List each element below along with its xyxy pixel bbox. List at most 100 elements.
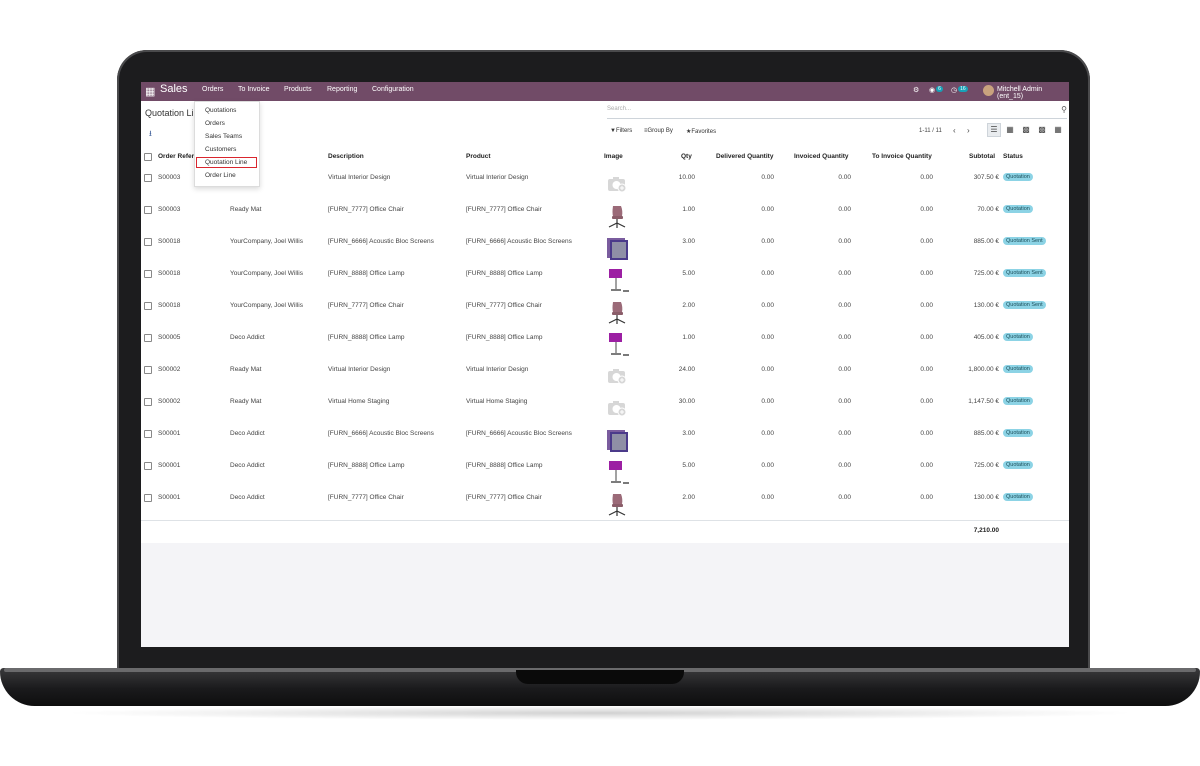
header-order-reference[interactable]: Order Refere [158,153,198,160]
cell-order-reference: S00001 [158,494,181,501]
product-image-placeholder [604,363,630,389]
header-product[interactable]: Product [466,153,491,160]
status-badge: Quotation [1003,205,1033,213]
subtotal-sum: 7,210.00 [973,527,999,534]
row-checkbox[interactable] [144,366,152,374]
table-row[interactable]: S00002 Ready Mat Virtual Home Staging Virtu… [141,392,1069,425]
search-input[interactable]: Search... ⚲ [607,105,1067,119]
select-all-checkbox[interactable] [144,153,152,161]
menu-reporting[interactable]: Reporting [327,86,357,93]
table-row[interactable]: S00001 Deco Addict [FURN_6666] Acoustic Bl… [141,424,1069,457]
cell-customer: Deco Addict [230,462,265,469]
calendar-view-icon[interactable]: ▦ [1052,124,1064,136]
menu-to-invoice[interactable]: To Invoice [238,86,270,93]
list-view-icon[interactable]: ☰ [987,123,1001,137]
product-image-screens [604,427,630,453]
chat-icon[interactable]: ◉ 6 [929,86,943,94]
row-checkbox[interactable] [144,270,152,278]
product-image-lamp [604,267,630,293]
table-row[interactable]: S00002 Ready Mat Virtual Interior Design Vi… [141,360,1069,393]
cell-delivered-quantity: 0.00 [761,494,774,501]
cell-customer: YourCompany, Joel Willis [230,302,303,309]
cell-order-reference: S00018 [158,238,181,245]
product-image-placeholder [604,171,630,197]
cell-qty: 1.00 [682,334,695,341]
cell-order-reference: S00018 [158,270,181,277]
product-image-chair [604,203,630,229]
bug-icon[interactable]: ⚙ [913,86,919,94]
pager-next-icon[interactable]: › [967,126,970,135]
menu-orders[interactable]: Orders [202,86,223,93]
pager-value[interactable]: 1-11 / 11 [919,128,942,134]
row-checkbox[interactable] [144,174,152,182]
menu-item-sales-teams[interactable]: Sales Teams [205,133,242,140]
row-checkbox[interactable] [144,462,152,470]
table-row[interactable]: S00001 Deco Addict [FURN_8888] Office Lamp… [141,456,1069,489]
cell-product: [FURN_8888] Office Lamp [466,334,543,341]
menu-configuration[interactable]: Configuration [372,86,414,93]
cell-qty: 3.00 [682,238,695,245]
header-subtotal[interactable]: Subtotal [969,153,995,160]
app-brand[interactable]: Sales [160,83,188,95]
graph-view-icon[interactable]: ▩ [1036,124,1048,136]
download-icon[interactable]: ⭳ [149,128,152,142]
product-image-chair [604,491,630,517]
search-icon[interactable]: ⚲ [1061,105,1067,114]
cell-to-invoice-quantity: 0.00 [920,174,933,181]
activity-icon[interactable]: ◷ 16 [951,86,968,94]
table-row[interactable]: S00001 Deco Addict [FURN_7777] Office Chai… [141,488,1069,521]
cell-delivered-quantity: 0.00 [761,206,774,213]
user-avatar[interactable] [983,85,994,96]
pivot-view-icon[interactable]: ▩ [1020,124,1032,136]
cell-customer: Deco Addict [230,494,265,501]
menu-item-quotation-line[interactable]: Quotation Line [205,159,247,166]
menu-item-customers[interactable]: Customers [205,146,236,153]
row-checkbox[interactable] [144,302,152,310]
cell-to-invoice-quantity: 0.00 [920,302,933,309]
table-row[interactable]: S00018 YourCompany, Joel Willis [FURN_8888… [141,264,1069,297]
cell-invoiced-quantity: 0.00 [838,462,851,469]
cell-subtotal: 725.00 € [973,270,999,277]
cell-product: [FURN_7777] Office Chair [466,494,542,501]
row-checkbox[interactable] [144,494,152,502]
table-header: Order Refere Description Product Image Q… [141,146,1069,169]
header-image[interactable]: Image [604,153,623,160]
group-by-button[interactable]: ≡Group By [644,128,673,134]
header-to-invoice-quantity[interactable]: To Invoice Quantity [872,153,932,160]
table-row[interactable]: S00005 Deco Addict [FURN_8888] Office Lamp… [141,328,1069,361]
menu-item-orders[interactable]: Orders [205,120,225,127]
header-status[interactable]: Status [1003,153,1023,160]
status-badge: Quotation [1003,365,1033,373]
cell-product: [FURN_7777] Office Chair [466,302,542,309]
grid-icon[interactable]: ▦ [145,85,155,98]
table-row[interactable]: S00003tVirtual Interior DesignVirtual In… [141,168,1069,201]
row-checkbox[interactable] [144,430,152,438]
header-description[interactable]: Description [328,153,364,160]
status-badge: Quotation [1003,461,1033,469]
user-menu[interactable]: Mitchell Admin (ent_15) [997,86,1069,100]
cell-qty: 24.00 [678,366,695,373]
row-checkbox[interactable] [144,238,152,246]
table-row[interactable]: S00003 Ready Mat [FURN_7777] Office Chair [… [141,200,1069,233]
header-delivered-quantity[interactable]: Delivered Quantity [716,153,773,160]
row-checkbox[interactable] [144,334,152,342]
pager-previous-icon[interactable]: ‹ [953,126,956,135]
header-invoiced-quantity[interactable]: Invoiced Quantity [794,153,849,160]
kanban-view-icon[interactable]: ▦ [1004,124,1016,136]
menu-item-quotations[interactable]: Quotations [205,107,236,114]
control-panel: Quotation Li ⭳ Search... ⚲ ▼Filters ≡Gro… [141,101,1069,147]
cell-delivered-quantity: 0.00 [761,174,774,181]
cell-subtotal: 1,800.00 € [968,366,999,373]
header-qty[interactable]: Qty [681,153,692,160]
row-checkbox[interactable] [144,206,152,214]
table-row[interactable]: S00018 YourCompany, Joel Willis [FURN_7777… [141,296,1069,329]
table-row[interactable]: S00018 YourCompany, Joel Willis [FURN_6666… [141,232,1069,265]
filters-button[interactable]: ▼Filters [610,128,632,134]
menu-item-order-line[interactable]: Order Line [205,172,236,179]
favorites-button[interactable]: ★Favorites [686,128,716,135]
product-image-placeholder [604,395,630,421]
row-checkbox[interactable] [144,398,152,406]
cell-customer: YourCompany, Joel Willis [230,270,303,277]
menu-products[interactable]: Products [284,86,312,93]
laptop-notch [516,670,684,684]
